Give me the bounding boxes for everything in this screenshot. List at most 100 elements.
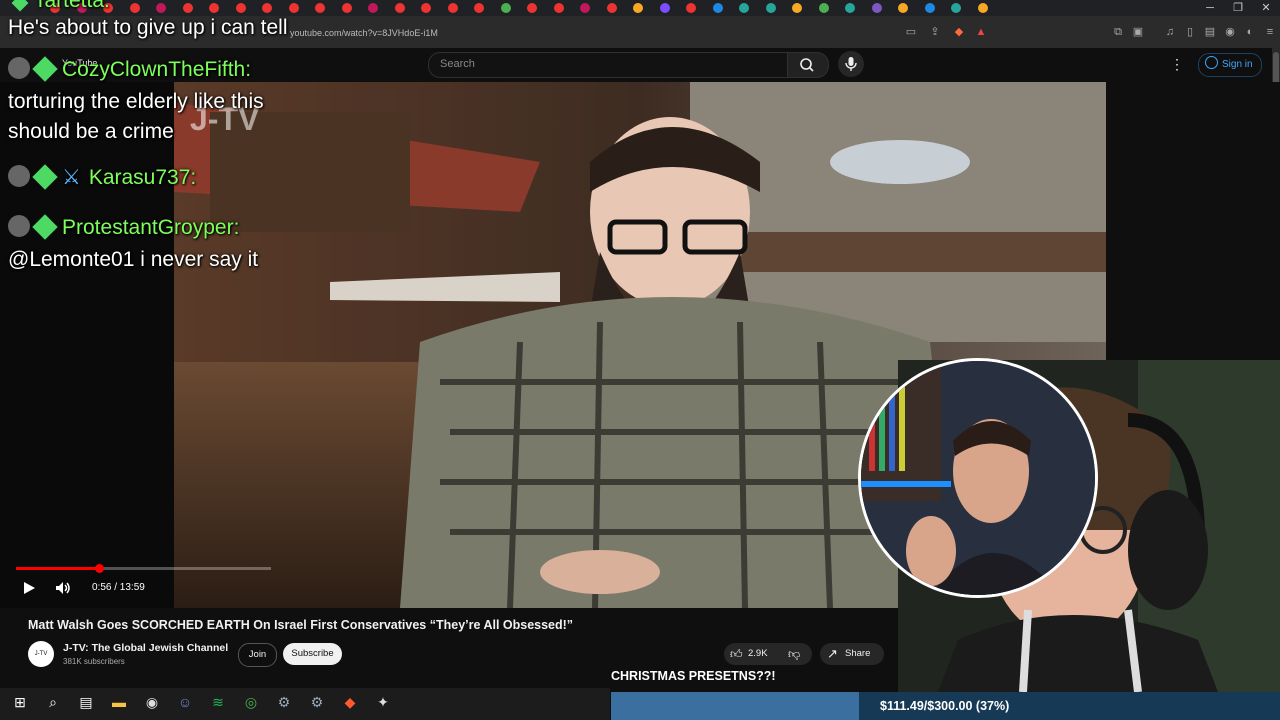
task-view-icon[interactable]: ▤ [76,692,96,712]
minimize-button[interactable]: ─ [1196,0,1224,16]
steam-icon[interactable]: ⚙ [274,692,294,712]
browser-tab[interactable] [977,3,988,13]
scrubber-handle[interactable] [95,564,104,573]
browser-tab[interactable] [871,3,882,13]
browser-tab[interactable] [659,3,670,13]
voice-search-button[interactable] [838,51,864,77]
browser-tab[interactable] [845,3,855,13]
chrome-icon[interactable]: ◎ [241,692,261,712]
discord-icon[interactable]: ☺ [175,692,195,712]
browser-tab[interactable] [527,3,537,13]
reader-icon[interactable]: ▯ [1184,26,1196,38]
sign-in-button[interactable]: Sign in [1198,53,1262,77]
chat-message-text: torturing the elderly like this [8,90,264,113]
sub-badge-icon [32,214,58,240]
browser-tab[interactable] [129,3,140,13]
browser-tab[interactable] [315,3,325,13]
media-icon[interactable]: ♫ [1164,26,1176,38]
search-button[interactable] [787,52,829,78]
cast-icon[interactable]: ▭ [905,26,917,38]
chat-username: Karasu737: [88,166,197,189]
browser-tab[interactable] [818,3,829,13]
video-letterbox-left [0,82,174,608]
brave-icon[interactable]: ◆ [340,692,360,712]
browser-tab[interactable] [474,3,484,13]
browser-tab[interactable] [792,3,802,13]
like-icon[interactable]: 👍︎ [730,647,743,662]
search-icon[interactable]: ⌕ [43,692,63,712]
video-title: Matt Walsh Goes SCORCHED EARTH On Israel… [28,618,574,632]
search-placeholder: Search [440,58,475,70]
browser-tab[interactable] [765,3,776,13]
search-input[interactable] [428,52,788,78]
brave-rewards-icon[interactable]: ▲ [975,26,987,38]
stream-goal-fill [611,692,859,720]
sidebar-icon[interactable]: ▣ [1132,26,1144,38]
play-button[interactable] [22,581,36,600]
play-icon [24,582,35,594]
app-icon[interactable]: ✦ [373,692,393,712]
sub-badge-icon [32,56,58,82]
chat-avatar [8,165,30,187]
browser-tab[interactable] [553,3,564,13]
join-button[interactable]: Join [238,643,277,667]
chat-message: ⚔ Karasu737: [8,163,196,193]
browser-tab[interactable] [182,3,193,13]
dislike-icon[interactable]: 👎︎ [788,647,800,662]
browser-tab[interactable] [739,3,749,13]
browser-tab[interactable] [288,3,299,13]
browser-tab[interactable] [898,3,908,13]
chat-message-text: @Lemonte01 i never say it [8,248,259,271]
browser-tab[interactable] [262,3,272,13]
microphone-icon [845,57,857,71]
extensions-icon[interactable]: ⧉ [1112,26,1124,38]
volume-icon [56,582,70,594]
chat-avatar [8,57,30,79]
subscribe-button[interactable]: Subscribe [283,643,342,665]
menu-icon[interactable]: ≡ [1264,26,1276,38]
restore-button[interactable]: ❐ [1224,0,1252,16]
browser-tab[interactable] [712,3,723,13]
browser-tab[interactable] [394,3,405,13]
browser-tab[interactable] [633,3,643,13]
share-label: Share [845,648,871,659]
steam-icon[interactable]: ⚙ [307,692,327,712]
browser-tab[interactable] [580,3,590,13]
browser-tab[interactable] [686,3,696,13]
file-explorer-icon[interactable]: ▬ [109,692,129,712]
share-page-icon[interactable]: ⇪ [929,26,941,38]
browser-tab[interactable] [421,3,431,13]
chat-username: Tartetta: [34,0,110,12]
second-camera-circle [858,358,1098,598]
browser-tab[interactable] [447,3,458,13]
wallet-icon[interactable]: ▤ [1204,26,1216,38]
browser-tab[interactable] [500,3,511,13]
channel-avatar[interactable]: J-TV [28,641,54,667]
browser-tab[interactable] [156,3,166,13]
volume-button[interactable] [55,581,71,600]
url-field[interactable]: youtube.com/watch?v=8JVHdoE-i1M [290,24,990,42]
like-count[interactable]: 2.9K [748,643,768,665]
browser-tab[interactable] [209,3,219,13]
chat-message-text: should be a crime [8,120,174,143]
browser-tab[interactable] [368,3,378,13]
time-display: 0:56 / 13:59 [92,582,145,593]
windows-icon[interactable]: ⊞ [10,692,30,712]
browser-tab[interactable] [924,3,935,13]
channel-name[interactable]: J-TV: The Global Jewish Channel [63,642,228,655]
browser-tab[interactable] [235,3,246,13]
progress-fill [16,567,102,570]
chat-message: CozyClownTheFifth: [8,55,251,85]
browser-tab[interactable] [606,3,617,13]
chat-avatar [8,215,30,237]
brave-shields-icon[interactable]: ◆ [953,26,965,38]
share-icon: ↗ [827,646,838,661]
browser-tab[interactable] [951,3,961,13]
browser-tab[interactable] [341,3,352,13]
spotify-icon[interactable]: ≋ [208,692,228,712]
more-options-icon[interactable]: ⋮ [1170,56,1184,73]
close-window-button[interactable]: ✕ [1252,0,1280,16]
obs-icon[interactable]: ◉ [142,692,162,712]
vpn-icon[interactable]: ◉ [1224,26,1236,38]
profile-icon[interactable]: ◐ [1244,26,1256,38]
